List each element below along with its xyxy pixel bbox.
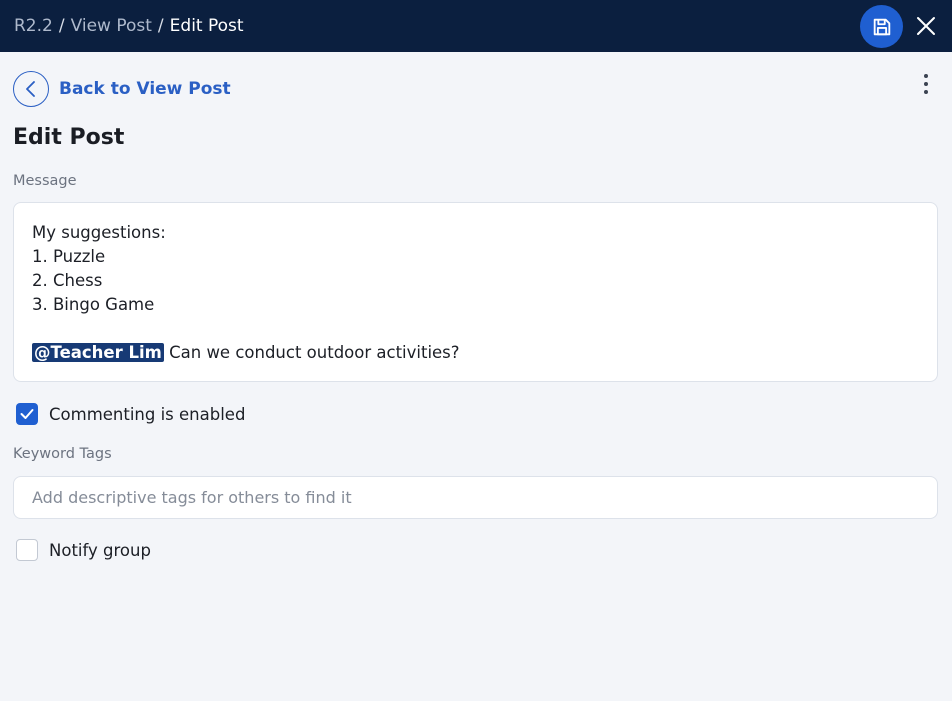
message-mention-line: @Teacher Lim Can we conduct outdoor acti… — [32, 341, 919, 365]
notify-group-label[interactable]: Notify group — [49, 541, 151, 560]
close-button[interactable] — [910, 10, 942, 42]
more-vertical-icon-dot — [924, 90, 928, 94]
breadcrumb-item-view-post[interactable]: View Post — [71, 16, 152, 36]
breadcrumb: R2.2 / View Post / Edit Post — [14, 16, 244, 36]
keyword-tags-label: Keyword Tags — [13, 446, 112, 462]
breadcrumb-item-r2-2[interactable]: R2.2 — [14, 16, 53, 36]
mention-tag[interactable]: @Teacher Lim — [32, 343, 164, 362]
message-line — [32, 317, 919, 341]
message-line: 3. Bingo Game — [32, 295, 155, 314]
commenting-checkbox[interactable] — [16, 403, 38, 425]
chevron-left-icon — [26, 81, 35, 97]
message-label: Message — [13, 173, 77, 189]
more-options-button[interactable] — [914, 70, 938, 98]
back-to-view-post-link[interactable]: Back to View Post — [13, 71, 231, 107]
top-bar: R2.2 / View Post / Edit Post — [0, 0, 952, 52]
close-icon — [917, 17, 935, 35]
message-editor[interactable]: My suggestions: 1. Puzzle 2. Chess 3. Bi… — [13, 202, 938, 382]
more-vertical-icon — [924, 74, 928, 78]
message-text: Can we conduct outdoor activities? — [163, 343, 460, 362]
breadcrumb-separator: / — [157, 16, 164, 36]
save-icon — [873, 18, 890, 35]
message-line: 1. Puzzle — [32, 247, 106, 266]
checkmark-icon — [20, 409, 34, 419]
back-link-label[interactable]: Back to View Post — [59, 79, 231, 99]
back-button[interactable] — [13, 71, 49, 107]
more-vertical-icon-dot — [924, 82, 928, 86]
notify-group-checkbox[interactable] — [16, 539, 38, 561]
save-button[interactable] — [860, 5, 903, 48]
breadcrumb-item-edit-post: Edit Post — [169, 16, 244, 36]
notify-group-toggle[interactable]: Notify group — [16, 539, 151, 561]
page-title: Edit Post — [13, 125, 125, 150]
commenting-label[interactable]: Commenting is enabled — [49, 405, 245, 424]
message-line: 2. Chess — [32, 271, 103, 290]
commenting-toggle[interactable]: Commenting is enabled — [16, 403, 245, 425]
message-line: My suggestions: — [32, 223, 166, 242]
breadcrumb-separator: / — [58, 16, 65, 36]
keyword-tags-input[interactable] — [13, 476, 938, 519]
